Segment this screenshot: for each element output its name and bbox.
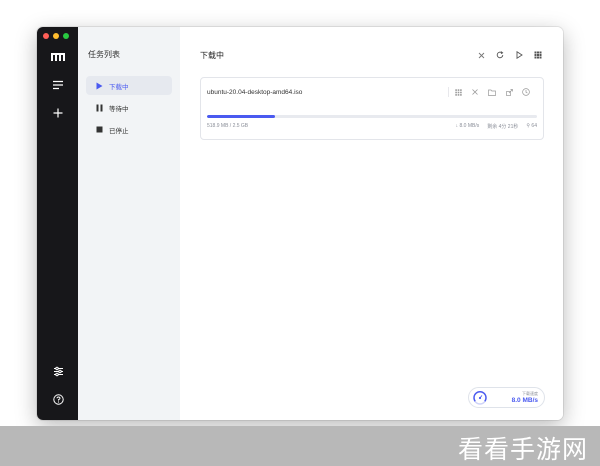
grid-icon[interactable] <box>533 50 543 60</box>
info-icon[interactable] <box>521 87 531 97</box>
sidebar-item-waiting[interactable]: 等待中 <box>86 98 172 117</box>
app-logo-icon <box>47 47 69 67</box>
watermark-text: 看看手游网 <box>457 435 588 464</box>
sidebar-title: 任务列表 <box>88 50 120 59</box>
speed-value: 8.0 MB/s <box>511 397 538 404</box>
download-progress-bar <box>207 115 537 118</box>
page-title: 下载中 <box>200 51 224 60</box>
play-icon <box>94 81 104 91</box>
time-remaining: 剩余 4分 21秒 <box>487 124 519 130</box>
add-task-icon[interactable] <box>47 103 69 123</box>
download-progress-fill <box>207 115 275 118</box>
close-window-button[interactable] <box>43 33 49 39</box>
speedometer-widget[interactable]: 下载速度 8.0 MB/s <box>468 387 545 408</box>
window-controls <box>43 33 69 39</box>
pause-icon <box>94 103 104 113</box>
download-speed: ↓ 8.0 MB/s <box>455 123 480 129</box>
sidebar-item-downloading[interactable]: 下载中 <box>86 76 172 95</box>
speed-readout: 下载速度 8.0 MB/s <box>512 391 538 404</box>
navigation-rail <box>37 27 78 420</box>
grid-icon[interactable] <box>453 87 463 97</box>
link-icon[interactable] <box>504 87 514 97</box>
connection-count: ⚲ 64 <box>526 123 537 129</box>
close-icon[interactable] <box>470 87 480 97</box>
main-panel: 下载中 ubuntu-20.04-desktop-amd64.iso 518.9… <box>180 27 563 420</box>
task-actions <box>448 87 531 97</box>
sidebar-item-label: 下载中 <box>109 83 129 91</box>
app-window: 任务列表 下载中 等待中 已停止 下载中 ubuntu-20.04-deskto… <box>37 27 563 420</box>
task-size: 518.9 MB / 2.5 GB <box>207 123 249 129</box>
close-icon[interactable] <box>476 50 486 60</box>
sidebar-item-stopped[interactable]: 已停止 <box>86 120 172 139</box>
task-stats: ↓ 8.0 MB/s 剩余 4分 21秒 ⚲ 64 <box>456 123 537 130</box>
menu-icon[interactable] <box>47 75 69 95</box>
folder-icon[interactable] <box>487 87 497 97</box>
stop-icon <box>94 125 104 135</box>
sidebar-item-label: 已停止 <box>109 127 129 135</box>
maximize-window-button[interactable] <box>63 33 69 39</box>
task-sidebar: 任务列表 下载中 等待中 已停止 <box>78 27 180 420</box>
task-card[interactable]: ubuntu-20.04-desktop-amd64.iso 518.9 MB … <box>200 77 544 140</box>
play-icon[interactable] <box>514 50 524 60</box>
toolbar <box>476 50 543 60</box>
speedometer-icon <box>473 390 487 405</box>
help-icon[interactable] <box>47 389 69 409</box>
task-filename: ubuntu-20.04-desktop-amd64.iso <box>207 89 303 96</box>
minimize-window-button[interactable] <box>53 33 59 39</box>
refresh-icon[interactable] <box>495 50 505 60</box>
watermark-banner: 看看手游网 <box>0 426 600 466</box>
sidebar-item-label: 等待中 <box>109 105 129 113</box>
settings-icon[interactable] <box>47 361 69 381</box>
